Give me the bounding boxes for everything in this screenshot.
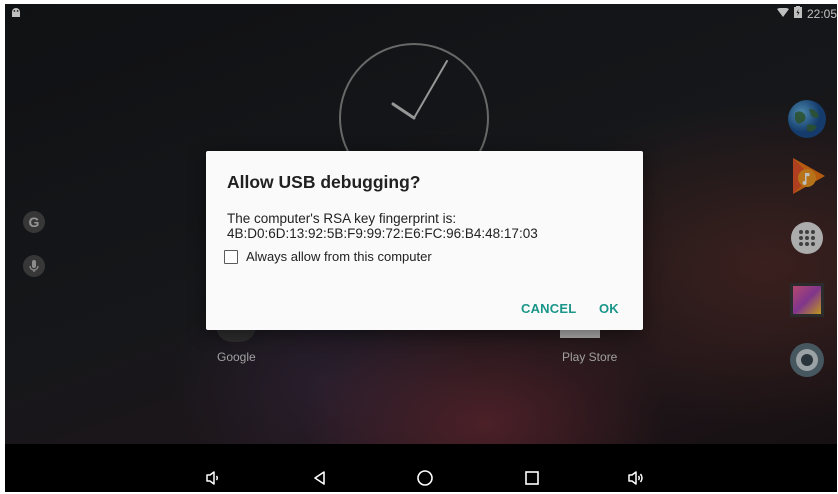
navigation-bar — [5, 444, 837, 492]
dialog-title: Allow USB debugging? — [227, 172, 421, 192]
volume-up-icon[interactable] — [624, 466, 648, 490]
device-screen: 22:05 G Google Play Store Allow USB debu… — [5, 4, 837, 492]
rsa-fingerprint: 4B:D0:6D:13:92:5B:F9:99:72:E6:FC:96:B4:4… — [227, 226, 538, 241]
always-allow-checkbox[interactable] — [224, 249, 238, 264]
recents-icon[interactable] — [520, 466, 544, 490]
usb-debugging-dialog: Allow USB debugging? The computer's RSA … — [206, 151, 643, 330]
dialog-message-line: The computer's RSA key fingerprint is: — [227, 211, 457, 226]
back-icon[interactable] — [308, 466, 332, 490]
volume-down-icon[interactable] — [201, 466, 225, 490]
always-allow-label: Always allow from this computer — [246, 249, 432, 264]
always-allow-checkbox-row[interactable]: Always allow from this computer — [224, 249, 432, 264]
dialog-message: The computer's RSA key fingerprint is: 4… — [227, 211, 627, 241]
home-icon[interactable] — [413, 466, 437, 490]
cancel-button[interactable]: CANCEL — [521, 301, 576, 316]
ok-button[interactable]: OK — [599, 301, 619, 316]
